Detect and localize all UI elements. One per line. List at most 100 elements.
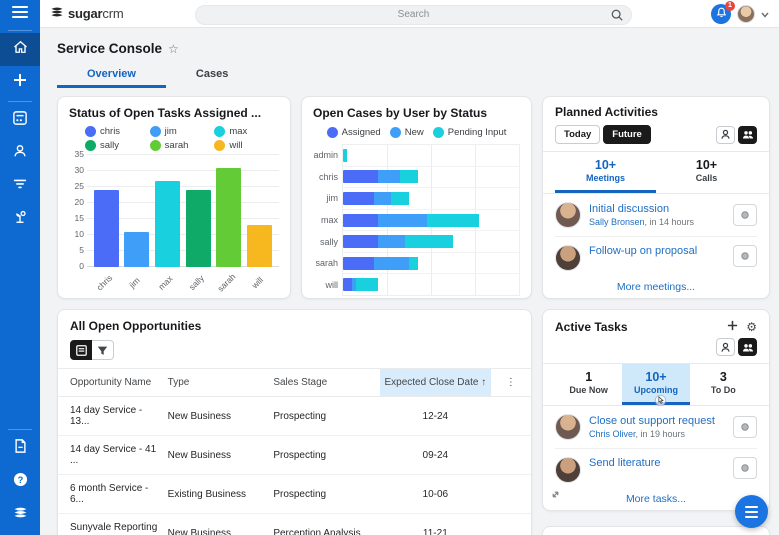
- widget-active-tasks: Active Tasks ⚙ 1 Due Now 10+ Upcoming 3 …: [542, 309, 770, 511]
- sidebar-item-help[interactable]: ?: [0, 465, 40, 498]
- bar-segment[interactable]: [400, 170, 418, 184]
- bar[interactable]: [185, 190, 211, 267]
- opportunity-link[interactable]: 14 day Service - 41 ...: [58, 435, 164, 475]
- team-items-button[interactable]: [738, 338, 757, 356]
- bar-segment[interactable]: [404, 235, 453, 249]
- legend-label: sarah: [164, 140, 189, 151]
- tab-to-do[interactable]: 3 To Do: [690, 364, 757, 405]
- bar-segment[interactable]: [373, 256, 409, 270]
- bar[interactable]: [155, 180, 181, 267]
- sidebar-item-contacts[interactable]: [0, 137, 40, 170]
- opportunity-link[interactable]: Sunyvale Reporting ...: [58, 513, 164, 535]
- item-title-link[interactable]: Send literature: [589, 457, 725, 469]
- bar-segment[interactable]: [426, 213, 480, 227]
- bar-segment[interactable]: [378, 213, 427, 227]
- filter-button[interactable]: [92, 340, 114, 360]
- bar-segment[interactable]: [343, 278, 352, 292]
- tab-due-now[interactable]: 1 Due Now: [555, 364, 622, 405]
- owner-toggle-group: [716, 338, 757, 356]
- tasks-chart: 0 5 10 15 20 25 30 35: [69, 149, 279, 271]
- assignee-link[interactable]: Chris Oliver: [589, 429, 636, 439]
- tab-calls[interactable]: 10+ Calls: [656, 152, 757, 193]
- y-tick-label: 15: [74, 213, 84, 223]
- bar-segment[interactable]: [378, 235, 405, 249]
- future-button[interactable]: Future: [603, 125, 651, 144]
- sidebar-item-home[interactable]: [0, 33, 40, 66]
- bar-segment[interactable]: [343, 235, 379, 249]
- legend-label: will: [229, 140, 243, 151]
- y-tick-label: 35: [74, 149, 84, 159]
- bar[interactable]: [247, 225, 273, 267]
- my-items-button[interactable]: [716, 125, 735, 144]
- list-item: Initial discussion Sally Bronsen, in 14 h…: [555, 194, 757, 237]
- table-row[interactable]: Sunyvale Reporting ...New BusinessPercep…: [58, 513, 531, 535]
- bar[interactable]: [124, 231, 150, 267]
- home-icon: [13, 40, 28, 59]
- more-meetings-link[interactable]: More meetings...: [555, 273, 757, 298]
- quick-actions-fab[interactable]: [735, 495, 768, 528]
- more-tasks-link[interactable]: More tasks...: [555, 485, 757, 510]
- gear-icon[interactable]: ⚙: [746, 321, 757, 333]
- sidebar-item-pipeline[interactable]: [0, 170, 40, 203]
- sugarcrm-logo[interactable]: sugarcrm: [50, 5, 124, 23]
- column-header-sales-stage[interactable]: Sales Stage: [269, 368, 380, 397]
- bar-segment[interactable]: [373, 191, 392, 205]
- assignee-link[interactable]: Sally Bronsen: [589, 217, 645, 227]
- legend-swatch: [214, 126, 226, 137]
- opportunity-link[interactable]: 14 day Service - 13...: [58, 396, 164, 436]
- item-action-button[interactable]: [733, 457, 757, 479]
- tab-upcoming[interactable]: 10+ Upcoming: [622, 364, 690, 407]
- add-icon[interactable]: [727, 318, 738, 336]
- sidebar-item-console[interactable]: [0, 104, 40, 137]
- opportunity-link[interactable]: 6 month Service - 6...: [58, 474, 164, 514]
- list-item: Send literature: [555, 449, 757, 485]
- team-items-button[interactable]: [738, 125, 757, 144]
- bar-segment[interactable]: [343, 148, 348, 162]
- item-title-link[interactable]: Follow-up on proposal: [589, 245, 725, 257]
- chevron-down-icon[interactable]: [761, 5, 769, 23]
- sidebar-item-sugarcrm[interactable]: [0, 498, 40, 531]
- item-action-button[interactable]: [733, 204, 757, 226]
- bar-segment[interactable]: [343, 213, 379, 227]
- notifications-button[interactable]: 1: [711, 0, 735, 24]
- my-items-button[interactable]: [716, 338, 735, 356]
- sidebar-item-opportunities[interactable]: [0, 203, 40, 236]
- bar-segment[interactable]: [356, 278, 379, 292]
- sidebar-item-documents[interactable]: [0, 432, 40, 465]
- item-title-link[interactable]: Close out support request: [589, 415, 725, 427]
- bar[interactable]: [216, 167, 242, 267]
- table-row[interactable]: 6 month Service - 6... Existing Business P…: [58, 474, 531, 514]
- search-input[interactable]: [195, 4, 632, 25]
- table-row[interactable]: 14 day Service - 41 ... New Business Prosp…: [58, 435, 531, 475]
- column-header-type[interactable]: Type: [163, 368, 270, 397]
- item-title-link[interactable]: Initial discussion: [589, 203, 725, 215]
- bar[interactable]: [93, 190, 119, 267]
- bar-segment[interactable]: [408, 256, 418, 270]
- user-avatar[interactable]: [737, 4, 755, 23]
- search-icon[interactable]: [611, 8, 623, 26]
- list-item: Follow-up on proposal: [555, 237, 757, 273]
- column-menu-icon[interactable]: ⋮: [490, 368, 531, 397]
- widget-title: Planned Activities: [555, 105, 658, 119]
- resize-handle-icon[interactable]: [550, 487, 561, 505]
- y-tick-label: will: [325, 280, 339, 291]
- tab-overview[interactable]: Overview: [57, 65, 166, 88]
- favorite-star-icon[interactable]: ☆: [168, 42, 179, 56]
- table-row[interactable]: 14 day Service - 13... New Business Prospe…: [58, 396, 531, 436]
- sidebar-item-create[interactable]: [0, 66, 40, 99]
- bar-segment[interactable]: [343, 191, 374, 205]
- tab-meetings[interactable]: 10+ Meetings: [555, 152, 656, 193]
- bar-segment[interactable]: [378, 170, 401, 184]
- bar-segment[interactable]: [343, 256, 374, 270]
- column-header-opportunity-name[interactable]: Opportunity Name: [58, 368, 164, 397]
- today-button[interactable]: Today: [555, 125, 601, 144]
- tab-cases[interactable]: Cases: [166, 65, 258, 88]
- column-header-expected-close-date[interactable]: Expected Close Date ↑: [380, 368, 491, 397]
- list-view-button[interactable]: [70, 340, 92, 360]
- bar-segment[interactable]: [343, 170, 379, 184]
- sidebar-menu-toggle[interactable]: [0, 0, 40, 28]
- item-action-button[interactable]: [733, 245, 757, 267]
- bar-segment[interactable]: [391, 191, 409, 205]
- topbar-right-group: 1: [711, 0, 769, 24]
- item-action-button[interactable]: [733, 416, 757, 438]
